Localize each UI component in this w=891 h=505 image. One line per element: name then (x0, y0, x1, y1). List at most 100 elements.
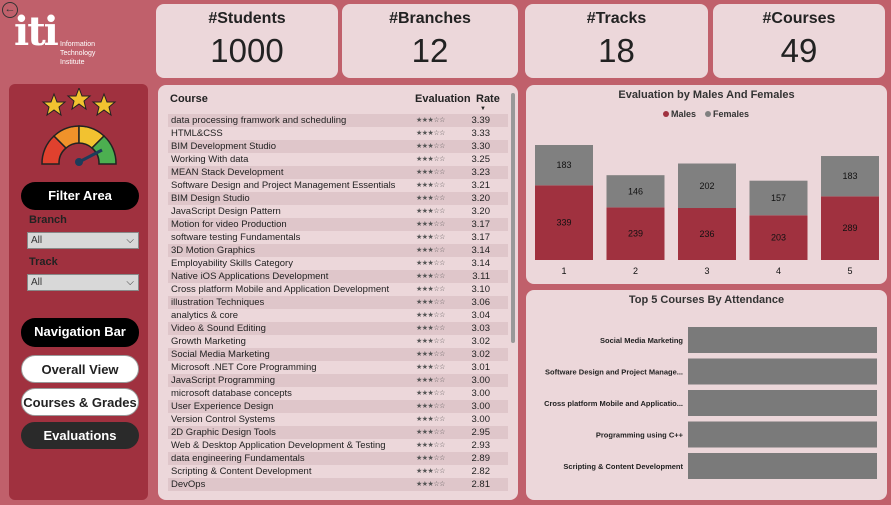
chevron-down-icon: ⌵ (126, 277, 134, 288)
kpi-students: #Students 1000 (156, 4, 338, 78)
data-label-males: 203 (771, 233, 786, 243)
table-row[interactable]: Microsoft .NET Core Programming ★★★☆☆ 3.01 (168, 361, 508, 374)
course-name: JavaScript Programming (171, 375, 276, 386)
header-course[interactable]: Course (170, 93, 208, 105)
kpi-value: 49 (780, 32, 818, 69)
table-row[interactable]: software testing Fundamentals ★★★☆☆ 3.17 (168, 231, 508, 244)
table-row[interactable]: Working With data ★★★☆☆ 3.25 (168, 153, 508, 166)
course-rate: 3.17 (471, 219, 491, 230)
table-body: data processing framwork and scheduling ★… (158, 114, 518, 498)
table-row[interactable]: illustration Techniques ★★★☆☆ 3.06 (168, 296, 508, 309)
attendance-bar[interactable] (688, 358, 877, 385)
star-rating-icon: ★★★☆☆ (416, 195, 445, 202)
nav-overall-view[interactable]: Overall View (21, 355, 139, 383)
star-rating-icon: ★★★☆☆ (416, 208, 445, 215)
table-row[interactable]: data processing framwork and scheduling ★… (168, 114, 508, 127)
course-name: Cross platform Mobile and Application De… (171, 284, 390, 295)
data-label-females: 183 (556, 160, 571, 170)
course-rate: 2.82 (471, 466, 491, 477)
x-tick-label: 4 (776, 266, 781, 276)
course-rate: 3.25 (471, 154, 491, 165)
branch-select[interactable]: All ⌵ (27, 232, 139, 249)
course-name: Video & Sound Editing (171, 323, 266, 334)
table-row[interactable]: 2D Graphic Design Tools ★★★☆☆ 2.95 (168, 426, 508, 439)
filter-area-button[interactable]: Filter Area (21, 182, 139, 210)
table-row[interactable]: JavaScript Design Pattern ★★★☆☆ 3.20 (168, 205, 508, 218)
rating-gauge-icon (41, 88, 117, 166)
attendance-bar[interactable] (688, 327, 877, 353)
course-rate: 3.11 (472, 271, 490, 282)
star-rating-icon: ★★★☆☆ (416, 481, 445, 488)
top5-bar-chart: Social Media Marketing Software Design an… (544, 327, 877, 479)
kpi-title: #Tracks (586, 10, 647, 27)
table-row[interactable]: Social Media Marketing ★★★☆☆ 3.02 (168, 348, 508, 361)
star-rating-icon: ★★★☆☆ (416, 468, 445, 475)
logo-area: ← iti Information Technology Institute (0, 0, 150, 78)
data-label-females: 157 (771, 193, 786, 203)
kpi-courses: #Courses 49 (713, 4, 885, 78)
table-row[interactable]: Video & Sound Editing ★★★☆☆ 3.03 (168, 322, 508, 335)
legend-label: Females (713, 109, 749, 119)
track-label: Track (29, 256, 58, 268)
star-rating-icon: ★★★☆☆ (416, 351, 445, 358)
star-rating-icon: ★★★☆☆ (416, 312, 445, 319)
course-category-label: Cross platform Mobile and Applicatio... (544, 399, 683, 408)
table-row[interactable]: Scripting & Content Development ★★★☆☆ 2.82 (168, 465, 508, 478)
table-row[interactable]: Native iOS Applications Development ★★★☆☆… (168, 270, 508, 283)
star-rating-icon: ★★★☆☆ (416, 273, 445, 280)
table-row[interactable]: analytics & core ★★★☆☆ 3.04 (168, 309, 508, 322)
table-row[interactable]: Web & Desktop Application Development & … (168, 439, 508, 452)
kpi-value: 1000 (210, 32, 284, 69)
logo-line-1: Information (60, 41, 96, 48)
course-rate: 3.33 (471, 128, 491, 139)
kpi-branches: #Branches 12 (342, 4, 518, 78)
table-row[interactable]: Employability Skills Category ★★★☆☆ 3.14 (168, 257, 508, 270)
course-rate: 3.30 (471, 141, 491, 152)
table-row[interactable]: User Experience Design ★★★☆☆ 3.00 (168, 400, 508, 413)
table-row[interactable]: Software Design and Project Management E… (168, 179, 508, 192)
course-rate: 2.95 (471, 427, 491, 438)
nav-evaluations[interactable]: Evaluations (21, 422, 139, 449)
course-name: 3D Motion Graphics (171, 245, 255, 256)
x-tick-label: 2 (633, 266, 638, 276)
kpi-title: #Branches (389, 10, 471, 27)
kpi-title: #Courses (762, 10, 836, 27)
table-row[interactable]: Version Control Systems ★★★☆☆ 3.00 (168, 413, 508, 426)
course-name: microsoft database concepts (171, 388, 292, 399)
table-row[interactable]: 3D Motion Graphics ★★★☆☆ 3.14 (168, 244, 508, 257)
star-rating-icon: ★★★☆☆ (416, 377, 445, 384)
table-row[interactable]: data engineering Fundamentals ★★★☆☆ 2.89 (168, 452, 508, 465)
header-rate[interactable]: Rate (476, 93, 500, 105)
course-rate: 3.14 (471, 245, 491, 256)
table-scrollbar[interactable] (511, 93, 515, 343)
table-row[interactable]: Growth Marketing ★★★☆☆ 3.02 (168, 335, 508, 348)
table-row[interactable]: DevOps ★★★☆☆ 2.81 (168, 478, 508, 491)
kpi-tracks: #Tracks 18 (525, 4, 708, 78)
table-row[interactable]: JavaScript Programming ★★★☆☆ 3.00 (168, 374, 508, 387)
header-evaluation[interactable]: Evaluation (415, 93, 471, 105)
attendance-bar[interactable] (688, 453, 877, 479)
table-row[interactable]: MEAN Stack Development ★★★☆☆ 3.23 (168, 166, 508, 179)
table-row[interactable]: HTML&CSS ★★★☆☆ 3.33 (168, 127, 508, 140)
navigation-bar-button[interactable]: Navigation Bar (21, 318, 139, 347)
course-name: 2D Graphic Design Tools (171, 427, 276, 438)
attendance-bar[interactable] (688, 390, 877, 416)
course-name: Motion for video Production (171, 219, 287, 230)
nav-courses-grades[interactable]: Courses & Grades (21, 388, 139, 416)
table-row[interactable]: Motion for video Production ★★★☆☆ 3.17 (168, 218, 508, 231)
table-row[interactable]: BIM Design Studio ★★★☆☆ 3.20 (168, 192, 508, 205)
sort-desc-icon: ▼ (480, 106, 486, 112)
star-rating-icon: ★★★☆☆ (416, 429, 445, 436)
x-tick-label: 3 (704, 266, 709, 276)
course-rate: 3.04 (471, 310, 491, 321)
star-rating-icon: ★★★☆☆ (416, 325, 445, 332)
course-name: MEAN Stack Development (171, 167, 284, 178)
star-rating-icon: ★★★☆☆ (416, 247, 445, 254)
course-name: BIM Development Studio (171, 141, 277, 152)
track-select[interactable]: All ⌵ (27, 274, 139, 291)
table-row[interactable]: microsoft database concepts ★★★☆☆ 3.00 (168, 387, 508, 400)
attendance-bar[interactable] (688, 421, 877, 448)
course-name: DevOps (171, 479, 206, 490)
table-row[interactable]: BIM Development Studio ★★★☆☆ 3.30 (168, 140, 508, 153)
table-row[interactable]: Cross platform Mobile and Application De… (168, 283, 508, 296)
